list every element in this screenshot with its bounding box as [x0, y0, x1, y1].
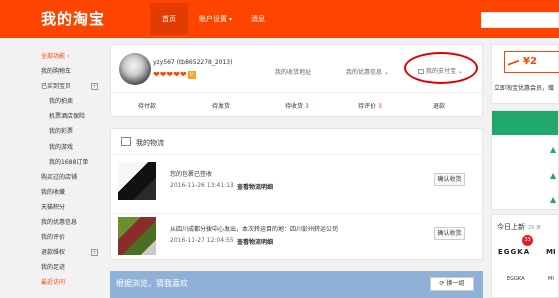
new-count-badge: 33: [522, 235, 533, 246]
order-count: 3: [377, 103, 382, 110]
logistics-header: 我的物流: [111, 129, 482, 155]
vip-badge: V: [187, 71, 196, 79]
address-link[interactable]: 我的收货地址: [275, 67, 311, 76]
today-new-panel: 今日上新 29 家 33 EGGKA MI EGGKA MI: [491, 214, 559, 298]
brand-logo-eggka[interactable]: EGGKA: [498, 248, 530, 256]
sidebar-item-favorites[interactable]: 我的收藏: [41, 185, 104, 200]
sidebar-label: 全部功能: [41, 53, 66, 60]
coupon-panel: ¥2 立即淘宝优惠会员，赠: [491, 44, 559, 104]
order-pending-payment[interactable]: 待付款: [138, 101, 156, 110]
order-refund[interactable]: 退款: [433, 101, 445, 110]
logistics-status: 您的包裹已签收: [170, 171, 213, 178]
brand-name[interactable]: EGGKA: [507, 276, 525, 282]
logistics-card: 我的物流 您的包裹已签收 2016-11-26 13:41:13 查看物流明细 …: [110, 128, 483, 260]
sidebar-item-lottery[interactable]: 我的彩票: [41, 124, 104, 139]
order-pending-review[interactable]: 待评价 3: [358, 101, 382, 110]
product-thumbnail[interactable]: [118, 217, 156, 255]
chevron-down-icon: ▾: [229, 16, 233, 23]
order-pending-receipt[interactable]: 待收货 3: [285, 101, 309, 110]
green-panel-header: [492, 111, 558, 135]
order-label: 待评价: [358, 103, 377, 110]
package-icon: [121, 137, 131, 146]
confirm-receipt-button[interactable]: 确认收货: [434, 227, 465, 240]
sidebar-label: 退款维权: [41, 249, 66, 257]
order-label: 待付款: [138, 103, 157, 110]
benefits-link-label: 我的优惠信息: [346, 69, 383, 76]
order-label: 待收货: [285, 103, 304, 110]
promo-text[interactable]: 立即淘宝优惠会员，赠: [494, 83, 554, 92]
benefits-link[interactable]: 我的优惠信息 ⌄: [346, 67, 389, 76]
expand-plus-icon[interactable]: +: [91, 249, 98, 257]
brand-logo-mi[interactable]: MI: [546, 248, 556, 256]
nav-home-tab[interactable]: 首页: [150, 3, 188, 35]
view-logistics-link[interactable]: 查看物流明细: [237, 182, 273, 191]
sidebar-item-reviews[interactable]: 我的评价: [41, 230, 104, 245]
view-logistics-link[interactable]: 查看物流明细: [237, 237, 273, 246]
logistics-status: 从四川成都分拨中心发出，本次转运目的地：四川彭州转运公司: [170, 226, 339, 233]
green-arrow-icon: ▲: [550, 145, 557, 154]
refresh-icon: ⟳: [439, 280, 445, 287]
chevron-down-icon: ⌄: [457, 68, 463, 75]
sidebar-item-auctions[interactable]: 我的拍卖: [41, 94, 104, 109]
logistics-row: 从四川成都分拨中心发出，本次转运目的地：四川彭州转运公司 2016-11-27 …: [111, 211, 482, 269]
credit-hearts: ❤❤❤❤❤ V: [153, 70, 196, 79]
nav-account-settings[interactable]: 账户设置 ▾: [199, 3, 232, 35]
sidebar-item-footprints[interactable]: 我的足迹: [41, 260, 104, 275]
alipay-link-label: 我的支付宝: [426, 68, 457, 75]
today-new-count: 29 家: [528, 225, 541, 231]
my-taobao-logo[interactable]: 我的淘宝: [41, 8, 105, 29]
product-thumbnail[interactable]: [118, 162, 156, 200]
coupon-amount: ¥2: [523, 56, 537, 67]
order-pending-shipment[interactable]: 待发货: [212, 101, 230, 110]
username[interactable]: yzy567 (tb8652278_2013): [153, 59, 232, 66]
top-nav-bar: 我的淘宝 首页 账户设置 ▾ 消息: [0, 0, 559, 38]
order-label: 退款: [433, 103, 446, 110]
sidebar-item-tmall-points[interactable]: 天猫积分: [41, 200, 104, 215]
search-input[interactable]: [481, 12, 559, 28]
sidebar: 全部功能 › 我的购物车 已买到宝贝 + 我的拍卖 机票酒店保险 我的彩票 我的游…: [41, 49, 104, 291]
green-arrow-icon: ▲: [550, 195, 557, 204]
sidebar-item-recent[interactable]: 最近访问: [41, 275, 104, 290]
order-label: 待发货: [212, 103, 231, 110]
sidebar-label: 已买到宝贝: [41, 83, 72, 91]
alipay-link[interactable]: 我的支付宝 ⌄: [418, 66, 463, 75]
coupon-slash-icon: [508, 59, 519, 67]
brand-name[interactable]: MI: [548, 276, 554, 282]
avatar[interactable]: [119, 53, 151, 85]
sidebar-item-refunds[interactable]: 退款维权 +: [41, 245, 104, 260]
nav-messages[interactable]: 消息: [251, 3, 265, 35]
expand-plus-icon[interactable]: +: [91, 83, 98, 91]
refresh-button[interactable]: ⟳ 换一组: [430, 277, 474, 291]
sidebar-item-travel[interactable]: 机票酒店保险: [41, 109, 104, 124]
sidebar-item-1688-orders[interactable]: 我的1688订单: [41, 155, 104, 170]
recommendation-title: 根据浏览，猜我喜欢: [116, 279, 188, 288]
logistics-time: 2016-11-26 13:41:13: [170, 182, 234, 189]
coupon-card[interactable]: ¥2: [504, 51, 559, 73]
sidebar-item-games[interactable]: 我的游戏: [41, 140, 104, 155]
sidebar-item-cart[interactable]: 我的购物车: [41, 64, 104, 79]
chevron-down-icon: ⌄: [383, 69, 389, 76]
confirm-receipt-button[interactable]: 确认收货: [434, 173, 465, 186]
green-panel: ▲ ▲ ▲: [491, 110, 559, 210]
sidebar-item-shops[interactable]: 购买过的店铺: [41, 170, 104, 185]
sidebar-item-all-functions[interactable]: 全部功能 ›: [41, 49, 104, 64]
nav-account-settings-label: 账户设置: [199, 15, 227, 23]
wallet-icon: [418, 69, 424, 74]
sidebar-item-benefits[interactable]: 我的优惠信息: [41, 215, 104, 230]
recommendation-bar: 根据浏览，猜我喜欢 ⟳ 换一组: [110, 271, 483, 298]
logistics-row: 您的包裹已签收 2016-11-26 13:41:13 查看物流明细 确认收货: [111, 156, 482, 214]
order-count: 3: [304, 103, 309, 110]
today-new-title: 今日上新: [497, 223, 525, 231]
heart-icons: ❤❤❤❤❤: [153, 70, 187, 79]
logistics-time: 2016-11-27 12:04:55: [170, 237, 234, 244]
refresh-label: 换一组: [446, 280, 465, 287]
logistics-title: 我的物流: [136, 139, 164, 147]
order-status-bar: 待付款 待发货 待收货 3 待评价 3 退款: [111, 92, 482, 117]
green-arrow-icon: ▲: [550, 171, 557, 180]
sidebar-item-purchased[interactable]: 已买到宝贝 +: [41, 79, 104, 94]
chevron-right-icon: ›: [66, 53, 70, 60]
